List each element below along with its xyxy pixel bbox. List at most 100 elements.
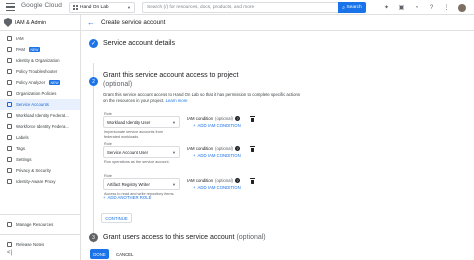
- main-content: ← Create service account ✓ Service accou…: [81, 15, 474, 260]
- gemini-icon[interactable]: ✦: [383, 4, 390, 11]
- help-icon[interactable]: ?: [234, 116, 240, 121]
- stepper-line: [93, 63, 94, 243]
- sidebar-item-label: Settings: [16, 157, 32, 162]
- footer-actions: DONE CANCEL: [81, 246, 474, 260]
- sidebar-item-label: Manage Resources: [16, 222, 54, 227]
- add-another-role-label: ADD ANOTHER ROLE: [107, 195, 152, 200]
- gear-icon: [7, 157, 12, 162]
- sidebar-item-identity-organization[interactable]: Identity & Organization: [0, 55, 80, 66]
- iam-condition-optional: (optional): [215, 146, 233, 151]
- sidebar-item-policy-troubleshooter[interactable]: Policy Troubleshooter: [0, 66, 80, 77]
- top-bar: Google Cloud Hand On Lab ▼ Search (/) fo…: [0, 0, 474, 15]
- shield-icon: [4, 18, 12, 27]
- cloud-shell-icon[interactable]: ▣: [398, 4, 405, 11]
- sidebar-item-labels[interactable]: Labels: [0, 132, 80, 143]
- sidebar-item-iam[interactable]: IAM: [0, 33, 80, 44]
- document-icon: [7, 91, 12, 96]
- add-another-role-button[interactable]: + ADD ANOTHER ROLE: [103, 195, 151, 200]
- add-iam-condition-button[interactable]: + ADD IAM CONDITION: [193, 185, 241, 190]
- lock-icon: [7, 168, 12, 173]
- plus-icon: +: [193, 123, 196, 128]
- sidebar-item-tags[interactable]: Tags: [0, 143, 80, 154]
- collapse-sidebar-icon[interactable]: <|: [0, 250, 80, 260]
- person-icon: [7, 36, 12, 41]
- sidebar-item-workforce-identity[interactable]: Workforce Identity Federa...: [0, 121, 80, 132]
- continue-button[interactable]: CONTINUE: [101, 213, 132, 223]
- sidebar-item-policy-analyzer[interactable]: Policy Analyzer NEW: [0, 77, 80, 88]
- sidebar-item-label: IAM: [16, 36, 24, 41]
- role-select-value: Artifact Registry Writer: [107, 181, 150, 187]
- project-picker[interactable]: Hand On Lab ▼: [69, 2, 135, 13]
- back-arrow-icon[interactable]: ←: [87, 18, 95, 27]
- role-select[interactable]: Artifact Registry Writer ▼: [103, 178, 180, 190]
- sidebar-item-label: Workload Identity Federat...: [16, 113, 69, 118]
- sidebar-item-identity-aware-proxy[interactable]: Identity-Aware Proxy: [0, 176, 80, 187]
- step2-description: Grant this service account access to Han…: [103, 92, 303, 104]
- add-iam-condition-label: ADD IAM CONDITION: [197, 185, 241, 190]
- sidebar-item-settings[interactable]: Settings: [0, 154, 80, 165]
- role-select-value: Service Account User: [107, 149, 149, 155]
- iam-condition-text: IAM condition: [187, 146, 214, 151]
- search-input[interactable]: Search (/) for resources, docs, products…: [142, 2, 366, 13]
- sidebar-item-label: Labels: [16, 135, 29, 140]
- iam-condition-optional: (optional): [215, 116, 233, 121]
- more-vert-icon[interactable]: ⋮: [443, 4, 450, 11]
- sidebar-item-pam[interactable]: PAM NEW: [0, 44, 80, 55]
- menu-icon[interactable]: [6, 3, 15, 11]
- sidebar-item-organization-policies[interactable]: Organization Policies: [0, 88, 80, 99]
- sidebar-item-label: Service Accounts: [16, 102, 49, 107]
- sidebar-item-release-notes[interactable]: Release Notes: [0, 239, 80, 250]
- delete-role-icon[interactable]: [250, 178, 255, 184]
- help-icon[interactable]: ?: [234, 146, 240, 151]
- sidebar-item-privacy-security[interactable]: Privacy & Security: [0, 165, 80, 176]
- step2-title: Grant this service account access to pro…: [103, 71, 303, 89]
- delete-role-icon[interactable]: [250, 116, 255, 122]
- avatar[interactable]: [458, 3, 466, 12]
- step3-title-text: Grant users access to this service accou…: [103, 234, 235, 241]
- sidebar-title: IAM & Admin: [15, 19, 47, 26]
- add-iam-condition-button[interactable]: + ADD IAM CONDITION: [193, 123, 241, 128]
- delete-role-icon[interactable]: [250, 146, 255, 152]
- sidebar-item-label: Identity-Aware Proxy: [16, 179, 56, 184]
- page-title: Create service account: [101, 19, 166, 26]
- role-select[interactable]: Service Account User ▼: [103, 146, 180, 158]
- iam-condition-optional: (optional): [215, 178, 233, 183]
- step1-title[interactable]: Service account details: [103, 40, 175, 47]
- key-icon: [7, 47, 12, 52]
- sidebar-item-label: Policy Analyzer: [16, 80, 46, 85]
- identity-icon: [7, 58, 12, 63]
- role-help-text: Impersonate service accounts from federa…: [104, 130, 164, 139]
- search-placeholder: Search (/) for resources, docs, products…: [147, 5, 255, 10]
- plus-icon: +: [193, 153, 196, 158]
- role-help-text: Run operations as the service account.: [104, 160, 170, 164]
- sidebar-item-label: Privacy & Security: [16, 168, 51, 173]
- project-name: Hand On Lab: [80, 5, 109, 10]
- iam-condition-text: IAM condition: [187, 178, 214, 183]
- sidebar-item-label: Release Notes: [16, 242, 45, 247]
- notes-icon: [7, 242, 12, 247]
- search-button[interactable]: ⌕ Search: [338, 2, 366, 13]
- add-iam-condition-label: ADD IAM CONDITION: [197, 123, 241, 128]
- done-button[interactable]: DONE: [90, 249, 109, 259]
- search-button-label: Search: [346, 5, 362, 10]
- add-iam-condition-button[interactable]: + ADD IAM CONDITION: [193, 153, 241, 158]
- google-cloud-logo[interactable]: Google Cloud: [21, 2, 62, 9]
- chevron-down-icon: ▼: [172, 181, 176, 187]
- sidebar-item-manage-resources[interactable]: Manage Resources: [0, 219, 80, 230]
- learn-more-link[interactable]: Learn more: [166, 98, 188, 103]
- step-complete-check-icon: ✓: [89, 39, 98, 48]
- sidebar-item-label: PAM: [16, 47, 25, 52]
- cancel-button[interactable]: CANCEL: [116, 249, 133, 259]
- step3-title[interactable]: Grant users access to this service accou…: [103, 234, 266, 241]
- help-icon[interactable]: ?: [234, 178, 240, 183]
- plus-icon: +: [193, 185, 196, 190]
- iam-condition-label: IAM condition (optional) ?: [187, 146, 240, 151]
- help-icon[interactable]: ?: [428, 4, 435, 11]
- sidebar-item-service-accounts[interactable]: Service Accounts: [0, 99, 80, 110]
- step2-number: 2: [89, 77, 98, 86]
- sidebar-item-workload-identity[interactable]: Workload Identity Federat...: [0, 110, 80, 121]
- page-header: ← Create service account: [81, 15, 474, 31]
- notifications-icon[interactable]: ◔: [413, 4, 420, 11]
- iam-condition-label: IAM condition (optional) ?: [187, 178, 240, 183]
- role-select[interactable]: Workload Identity User ▼: [103, 116, 180, 128]
